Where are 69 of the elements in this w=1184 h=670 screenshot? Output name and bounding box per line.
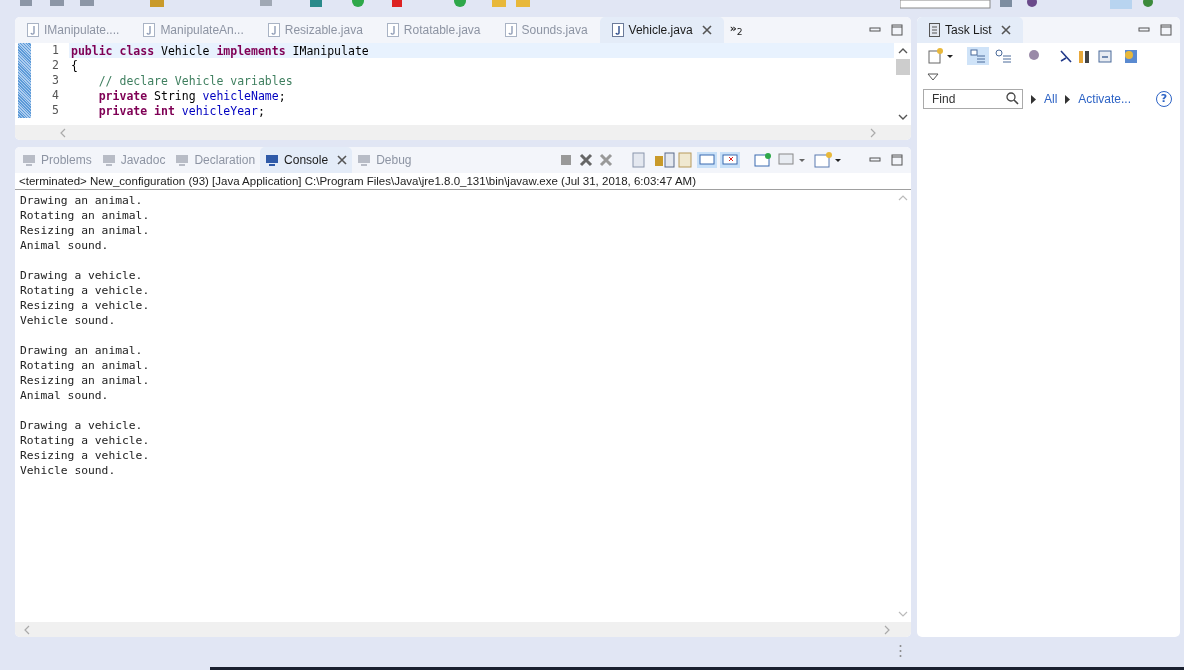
console-header: <terminated> New_configuration (93) [Java Application] C:\Program Files\Java\jre1.8.0_131\bin\javaw.exe (Jul 31, 2018, 6:03:47 AM) <box>15 173 911 190</box>
console-output-line: Vehicle sound. <box>20 313 117 328</box>
editor-tab[interactable]: Vehicle.java <box>599 17 724 43</box>
code-line: { <box>70 58 78 73</box>
more-tabs-button[interactable]: »$_{2}$ <box>729 22 743 38</box>
drag-handle-icon[interactable] <box>899 644 902 660</box>
console-output-line: Resizing an animal. <box>20 373 151 388</box>
view-tab[interactable]: Debug <box>352 147 417 173</box>
filter-link[interactable]: All <box>1044 92 1058 106</box>
java-file-icon <box>504 23 517 37</box>
filter-link[interactable]: Activate... <box>1078 92 1132 106</box>
editor-tab[interactable]: Sounds.java <box>492 17 600 43</box>
editor-tab[interactable]: ManipulateAn... <box>131 17 256 43</box>
console-output-line: Rotating a vehicle. <box>20 283 151 298</box>
task-list-tab[interactable]: Task List <box>917 17 1023 43</box>
editor-tab[interactable]: Rotatable.java <box>374 17 493 43</box>
scroll-up-icon[interactable] <box>897 47 908 55</box>
java-file-icon <box>267 23 280 37</box>
code-line: private int vehicleYear; <box>97 103 265 118</box>
code-line: public class Vehicle implements IManipulate <box>70 43 369 58</box>
java-file-icon <box>143 23 156 37</box>
java-file-icon <box>611 23 624 37</box>
maximize-icon[interactable] <box>1160 24 1172 36</box>
scroll-left-icon[interactable] <box>59 127 67 138</box>
triangle-icon <box>1031 94 1036 104</box>
code-line: private String vehicleName; <box>97 88 286 103</box>
line-number: 1 <box>31 43 69 58</box>
scroll-right-icon[interactable] <box>869 127 877 138</box>
console-output-line: Vehicle sound. <box>20 463 117 478</box>
scroll-thumb[interactable] <box>895 59 910 75</box>
view-tab[interactable]: Declaration <box>170 147 261 173</box>
editor-tab[interactable]: Resizable.java <box>255 17 375 43</box>
code-line: // declare Vehicle variables <box>97 73 293 88</box>
console-output-line: Drawing an animal. <box>20 193 144 208</box>
view-tab[interactable]: Problems <box>17 147 97 173</box>
java-file-icon <box>386 23 399 37</box>
view-icon <box>265 153 280 167</box>
view-icon <box>22 153 36 167</box>
console-output-line: Resizing a vehicle. <box>20 298 151 313</box>
maximize-icon[interactable] <box>891 24 903 36</box>
console-output-line: Animal sound. <box>20 388 110 403</box>
editor-tab[interactable]: IManipulate.... <box>15 17 132 43</box>
close-icon[interactable] <box>1000 25 1011 35</box>
console-output-line: Drawing an animal. <box>20 343 144 358</box>
close-icon[interactable] <box>337 155 348 165</box>
view-menu-icon[interactable] <box>927 73 939 81</box>
view-tab[interactable]: Javadoc <box>96 147 171 173</box>
scroll-right-icon[interactable] <box>883 624 891 635</box>
java-file-icon <box>27 23 39 37</box>
view-icon <box>357 153 372 167</box>
find-field[interactable]: Find <box>923 89 1023 109</box>
close-icon[interactable] <box>701 25 712 35</box>
view-icon <box>175 153 190 167</box>
console-output-line: Animal sound. <box>20 238 110 253</box>
view-icon <box>101 153 116 167</box>
console-output-line: Resizing a vehicle. <box>20 448 151 463</box>
task-list-icon <box>929 23 940 37</box>
console-output-line: Drawing a vehicle. <box>20 268 144 283</box>
console-output-line: Rotating a vehicle. <box>20 433 151 448</box>
console-output-line: Resizing an animal. <box>20 223 151 238</box>
maximize-icon[interactable] <box>891 154 903 166</box>
triangle-icon <box>1065 94 1071 104</box>
view-tab[interactable]: Console <box>260 147 353 173</box>
scroll-left-icon[interactable] <box>23 624 31 635</box>
scroll-down-icon[interactable] <box>897 113 908 121</box>
console-output-line: Rotating an animal. <box>20 358 151 373</box>
console-output-line: Rotating an animal. <box>20 208 151 223</box>
search-icon <box>1006 92 1019 105</box>
console-output-line: Drawing a vehicle. <box>20 418 144 433</box>
